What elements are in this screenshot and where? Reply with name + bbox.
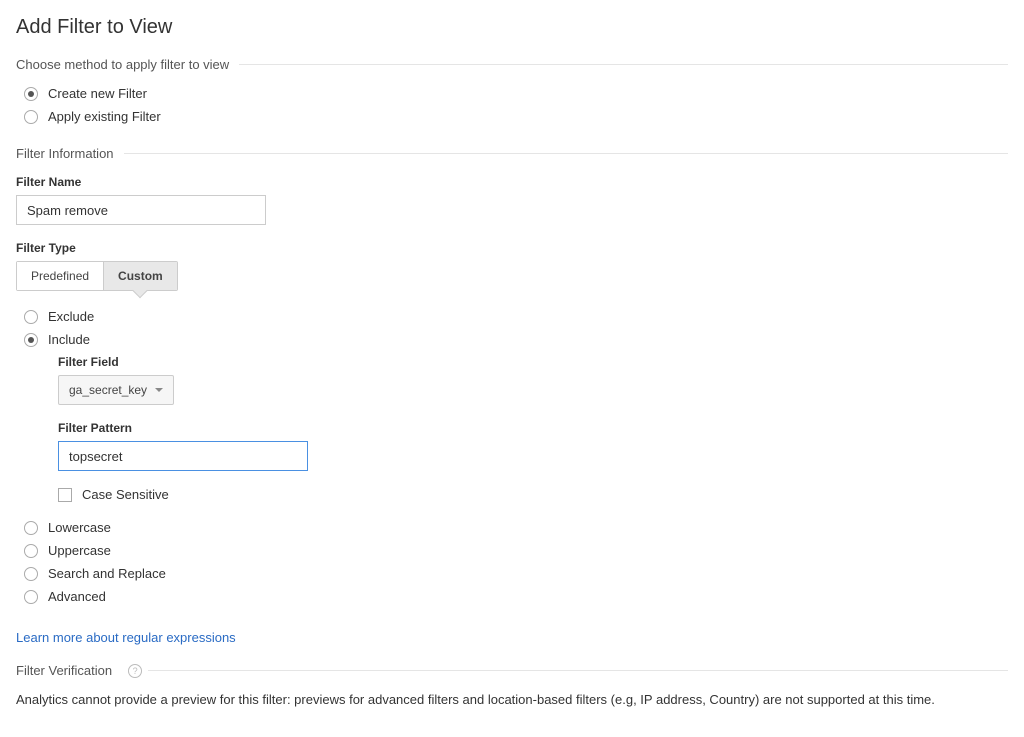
radio-lowercase-label: Lowercase: [48, 520, 111, 535]
filter-field-dropdown[interactable]: ga_secret_key: [58, 375, 174, 405]
filter-type-label: Filter Type: [16, 241, 1008, 255]
radio-advanced-input[interactable]: [24, 590, 38, 604]
filter-type-custom-button[interactable]: Custom: [103, 262, 177, 290]
filter-pattern-input[interactable]: [58, 441, 308, 471]
filter-type-toggle: Predefined Custom: [16, 261, 178, 291]
radio-exclude-input[interactable]: [24, 310, 38, 324]
include-subfields: Filter Field ga_secret_key Filter Patter…: [58, 355, 1008, 502]
radio-lowercase-input[interactable]: [24, 521, 38, 535]
filter-info-header: Filter Information: [16, 146, 1008, 161]
radio-search-replace[interactable]: Search and Replace: [24, 566, 1008, 581]
help-icon[interactable]: ?: [128, 664, 142, 678]
filter-name-group: Filter Name: [16, 175, 1008, 225]
filter-pattern-group: Filter Pattern: [58, 421, 1008, 471]
radio-search-replace-label: Search and Replace: [48, 566, 166, 581]
custom-filter-options: Exclude Include Filter Field ga_secret_k…: [16, 309, 1008, 604]
radio-uppercase-label: Uppercase: [48, 543, 111, 558]
chevron-down-icon: [155, 388, 163, 392]
radio-uppercase[interactable]: Uppercase: [24, 543, 1008, 558]
filter-name-label: Filter Name: [16, 175, 1008, 189]
radio-lowercase[interactable]: Lowercase: [24, 520, 1008, 535]
radio-exclude-label: Exclude: [48, 309, 94, 324]
filter-field-group: Filter Field ga_secret_key: [58, 355, 1008, 405]
radio-advanced-label: Advanced: [48, 589, 106, 604]
radio-create-input[interactable]: [24, 87, 38, 101]
case-sensitive-checkbox[interactable]: [58, 488, 72, 502]
divider: [148, 670, 1008, 671]
filter-verification-message: Analytics cannot provide a preview for t…: [16, 692, 1008, 707]
radio-exclude[interactable]: Exclude: [24, 309, 1008, 324]
filter-type-group: Filter Type Predefined Custom: [16, 241, 1008, 291]
regex-learn-more-link[interactable]: Learn more about regular expressions: [16, 630, 236, 645]
radio-search-replace-input[interactable]: [24, 567, 38, 581]
filter-verification-label: Filter Verification: [16, 663, 112, 678]
radio-advanced[interactable]: Advanced: [24, 589, 1008, 604]
divider: [239, 64, 1008, 65]
radio-apply-label: Apply existing Filter: [48, 109, 161, 124]
method-section-header: Choose method to apply filter to view: [16, 57, 1008, 72]
divider: [124, 153, 1008, 154]
filter-field-label: Filter Field: [58, 355, 1008, 369]
radio-apply-existing-filter[interactable]: Apply existing Filter: [24, 109, 1008, 124]
filter-pattern-label: Filter Pattern: [58, 421, 1008, 435]
case-sensitive-row[interactable]: Case Sensitive: [58, 487, 1008, 502]
radio-include-label: Include: [48, 332, 90, 347]
page-title: Add Filter to View: [16, 16, 1008, 39]
radio-create-label: Create new Filter: [48, 86, 147, 101]
radio-create-new-filter[interactable]: Create new Filter: [24, 86, 1008, 101]
filter-info-label: Filter Information: [16, 146, 114, 161]
radio-uppercase-input[interactable]: [24, 544, 38, 558]
filter-field-value: ga_secret_key: [69, 383, 147, 397]
radio-include[interactable]: Include: [24, 332, 1008, 347]
filter-verification-header: Filter Verification ?: [16, 663, 1008, 678]
radio-include-input[interactable]: [24, 333, 38, 347]
radio-apply-input[interactable]: [24, 110, 38, 124]
case-sensitive-label: Case Sensitive: [82, 487, 169, 502]
method-section-label: Choose method to apply filter to view: [16, 57, 229, 72]
filter-name-input[interactable]: [16, 195, 266, 225]
filter-type-predefined-button[interactable]: Predefined: [17, 262, 103, 290]
